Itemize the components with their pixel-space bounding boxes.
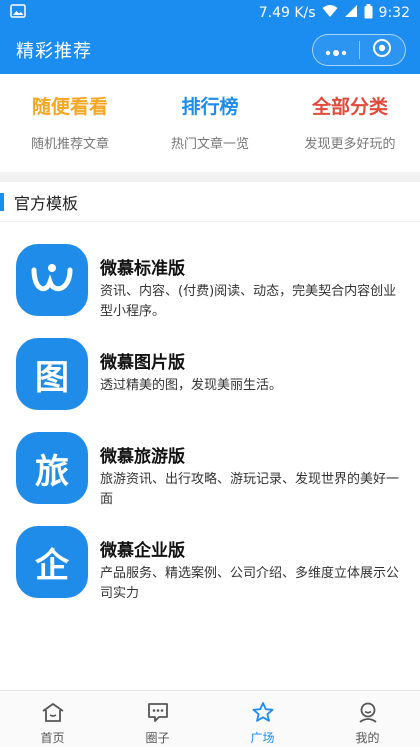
image-edition-icon: 图 — [16, 338, 88, 410]
quick-link-title: 排行榜 — [181, 96, 239, 118]
tab-plaza[interactable]: 广场 — [210, 691, 315, 747]
template-description: 资讯、内容、(付费)阅读、动态，完美契合内容创业型小程序。 — [100, 284, 397, 319]
section-header: 官方模板 — [0, 182, 420, 222]
template-description: 旅游资讯、出行攻略、游玩记录、发现世界的美好一面 — [100, 472, 400, 507]
status-left — [10, 4, 26, 22]
user-icon — [356, 701, 380, 727]
status-bar: 7.49 K/s 9:32 — [0, 0, 420, 26]
more-dots-icon — [325, 41, 347, 60]
star-icon — [251, 701, 275, 727]
travel-edition-icon: 旅 — [16, 432, 88, 504]
icon-glyph: 旅 — [35, 451, 69, 492]
icon-glyph: 图 — [35, 357, 69, 398]
quick-link-ranking[interactable]: 排行榜 热门文章一览 — [140, 74, 280, 172]
image-icon — [10, 4, 26, 22]
quick-link-categories[interactable]: 全部分类 发现更多好玩的 — [280, 74, 420, 172]
clock-time: 9:32 — [378, 5, 410, 21]
tab-label: 圈子 — [145, 731, 170, 745]
battery-icon — [364, 3, 373, 23]
template-description: 产品服务、精选案例、公司介绍、多维度立体展示公司实力 — [100, 566, 400, 601]
signal-icon — [344, 4, 358, 22]
tab-mine[interactable]: 我的 — [315, 691, 420, 747]
target-circle-icon — [372, 38, 392, 62]
tab-circle[interactable]: 圈子 — [105, 691, 210, 747]
template-title: 微慕标准版 — [100, 259, 185, 279]
home-icon — [41, 701, 65, 727]
template-title: 微慕图片版 — [100, 353, 185, 373]
template-title: 微慕旅游版 — [100, 447, 185, 467]
close-miniprogram-button[interactable] — [360, 35, 406, 65]
template-item-standard[interactable]: 微慕标准版 资讯、内容、(付费)阅读、动态，完美契合内容创业型小程序。 — [0, 236, 420, 330]
wifi-icon — [322, 4, 338, 22]
navigation-bar: 精彩推荐 — [0, 26, 420, 74]
template-description: 透过精美的图，发现美丽生活。 — [100, 378, 283, 393]
template-item-enterprise[interactable]: 企 微慕企业版 产品服务、精选案例、公司介绍、多维度立体展示公司实力 — [0, 518, 420, 612]
template-item-image[interactable]: 图 微慕图片版 透过精美的图，发现美丽生活。 — [0, 330, 420, 424]
quick-link-subtitle: 发现更多好玩的 — [304, 137, 396, 152]
bottom-tab-bar: 首页 圈子 广场 我的 — [0, 690, 420, 747]
enterprise-edition-icon: 企 — [16, 526, 88, 598]
section-title: 官方模板 — [14, 193, 79, 213]
tab-label: 广场 — [250, 731, 275, 745]
quick-link-title: 随便看看 — [31, 96, 108, 118]
network-speed: 7.49 K/s — [258, 5, 316, 21]
page-title: 精彩推荐 — [16, 41, 92, 62]
tab-label: 首页 — [40, 731, 65, 745]
status-right: 7.49 K/s 9:32 — [258, 3, 410, 23]
quick-link-random[interactable]: 随便看看 随机推荐文章 — [0, 74, 140, 172]
icon-glyph: 企 — [35, 545, 69, 586]
wei-logo-icon — [16, 244, 88, 316]
tab-label: 我的 — [355, 731, 380, 745]
section-accent-bar — [0, 192, 4, 211]
quick-link-title: 全部分类 — [311, 96, 388, 118]
miniprogram-capsule — [312, 34, 406, 66]
chat-icon — [146, 701, 170, 727]
template-title: 微慕企业版 — [100, 541, 185, 561]
quick-link-subtitle: 热门文章一览 — [170, 137, 249, 152]
section-separator — [0, 172, 420, 182]
quick-links: 随便看看 随机推荐文章 排行榜 热门文章一览 全部分类 发现更多好玩的 — [0, 74, 420, 172]
more-button[interactable] — [313, 35, 359, 65]
template-item-travel[interactable]: 旅 微慕旅游版 旅游资讯、出行攻略、游玩记录、发现世界的美好一面 — [0, 424, 420, 518]
tab-home[interactable]: 首页 — [0, 691, 105, 747]
quick-link-subtitle: 随机推荐文章 — [30, 137, 109, 152]
